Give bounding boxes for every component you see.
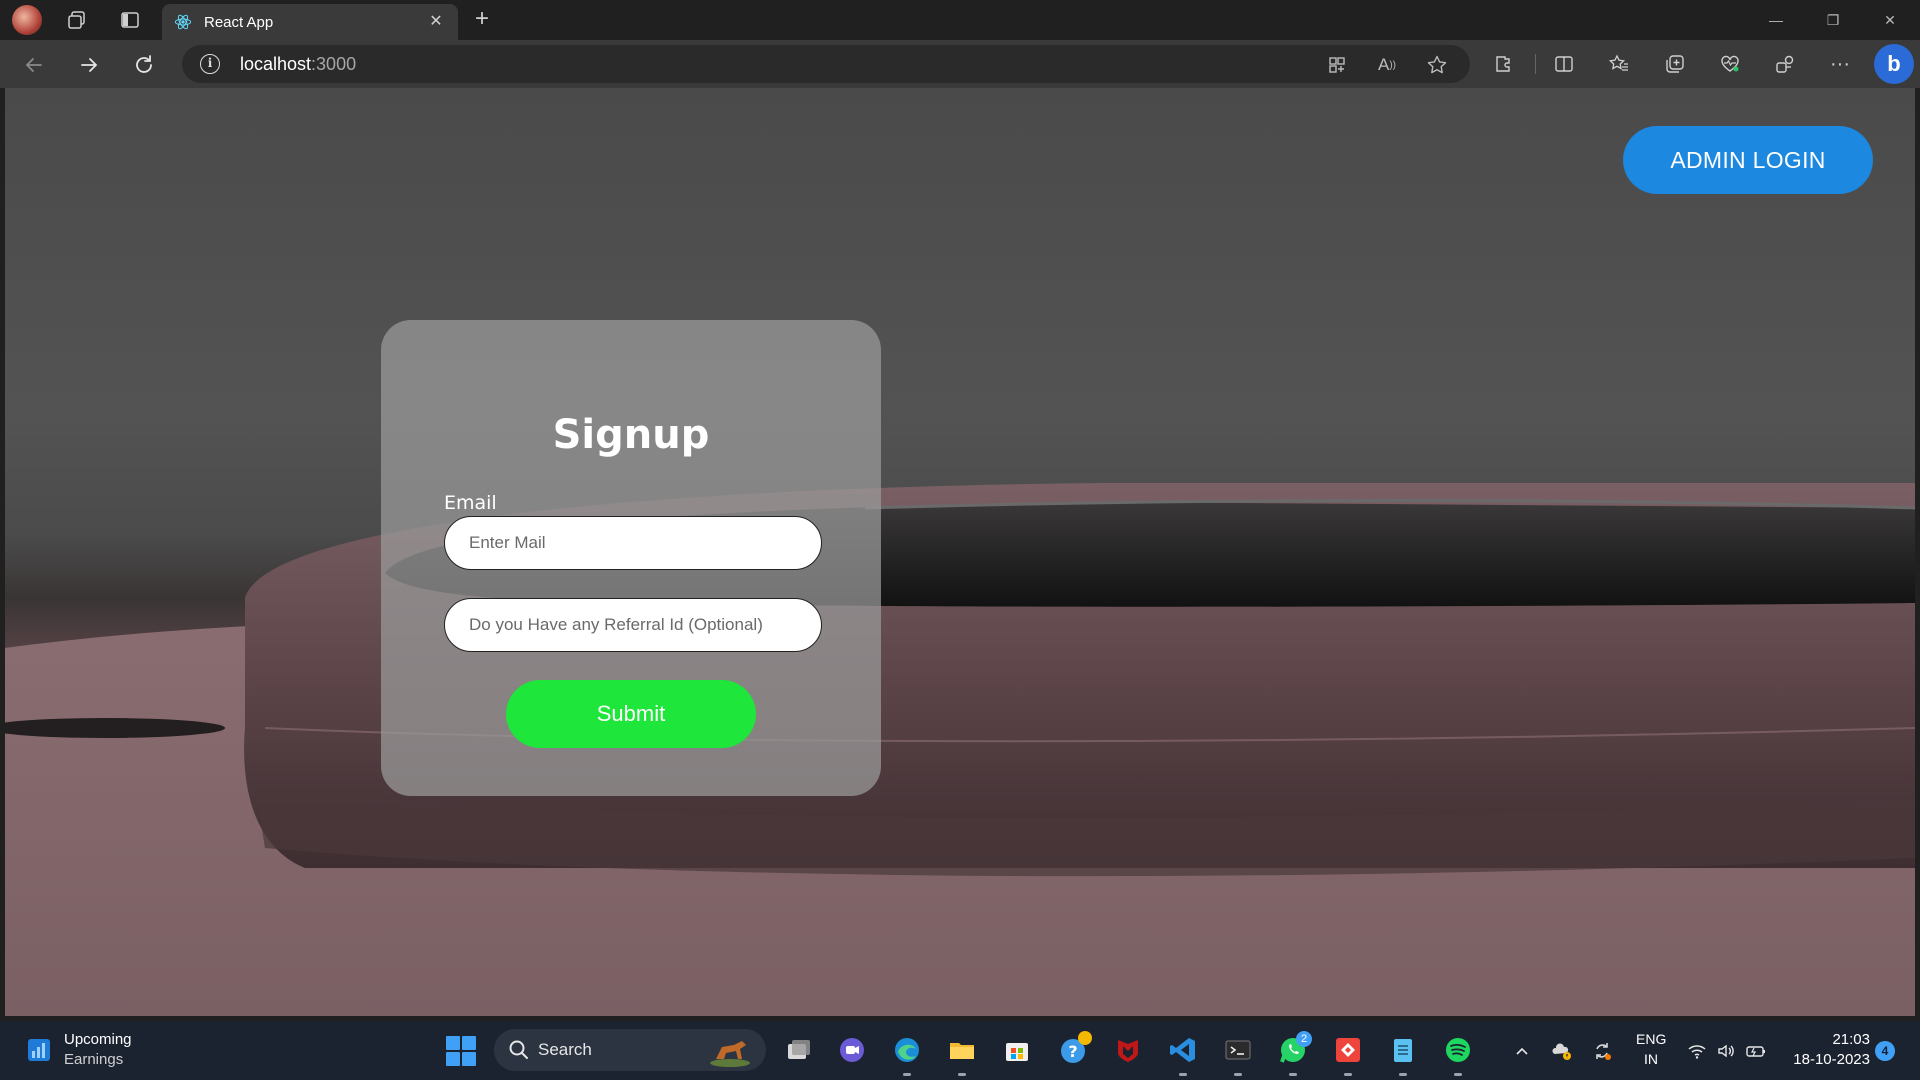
terminal-icon[interactable] bbox=[1222, 1034, 1254, 1066]
running-indicator bbox=[1179, 1073, 1187, 1076]
whatsapp-badge: 2 bbox=[1296, 1031, 1312, 1047]
language-secondary[interactable]: IN bbox=[1636, 1051, 1666, 1067]
widget-subtitle: Earnings bbox=[64, 1051, 124, 1068]
more-icon[interactable]: ··· bbox=[1825, 49, 1855, 79]
workspaces-icon[interactable] bbox=[63, 6, 91, 34]
browser-tab[interactable]: React App ✕ bbox=[162, 4, 458, 40]
clock-date[interactable]: 18-10-2023 bbox=[1780, 1051, 1870, 1068]
tab-actions-icon[interactable] bbox=[116, 6, 144, 34]
background-render-image bbox=[5, 483, 1915, 1016]
notification-badge[interactable]: 4 bbox=[1875, 1041, 1895, 1061]
refresh-icon[interactable] bbox=[127, 48, 161, 82]
share-icon[interactable] bbox=[1770, 49, 1800, 79]
stock-chart-icon bbox=[28, 1039, 50, 1061]
clock-time[interactable]: 21:03 bbox=[1780, 1031, 1870, 1048]
page-viewport: ADMIN LOGIN Signup Email Submit bbox=[5, 88, 1915, 1016]
read-aloud-icon[interactable]: A)) bbox=[1374, 52, 1400, 78]
start-icon[interactable] bbox=[446, 1036, 476, 1066]
app-available-icon[interactable] bbox=[1324, 52, 1350, 78]
battery-icon[interactable] bbox=[1744, 1039, 1768, 1063]
forward-icon[interactable] bbox=[72, 48, 106, 82]
collections-icon[interactable] bbox=[1660, 49, 1690, 79]
notepad-icon[interactable] bbox=[1387, 1034, 1419, 1066]
split-screen-icon[interactable] bbox=[1549, 49, 1579, 79]
browser-essentials-icon[interactable] bbox=[1715, 49, 1745, 79]
running-indicator bbox=[1344, 1073, 1352, 1076]
address-bar[interactable]: i localhost:3000 A)) bbox=[182, 45, 1470, 83]
minimize-icon[interactable]: — bbox=[1756, 6, 1796, 34]
tab-title: React App bbox=[204, 14, 274, 31]
close-icon[interactable]: ✕ bbox=[424, 10, 448, 34]
submit-button[interactable]: Submit bbox=[506, 680, 756, 748]
signup-card: Signup Email Submit bbox=[381, 320, 881, 796]
running-indicator bbox=[1454, 1073, 1462, 1076]
running-indicator bbox=[1234, 1073, 1242, 1076]
url-text[interactable]: localhost:3000 bbox=[240, 54, 356, 75]
spotify-icon[interactable] bbox=[1442, 1034, 1474, 1066]
search-icon bbox=[509, 1040, 528, 1059]
bing-copilot-icon[interactable]: b bbox=[1874, 44, 1914, 84]
plus-icon[interactable]: + bbox=[468, 6, 496, 34]
close-window-icon[interactable]: ✕ bbox=[1870, 6, 1910, 34]
favorite-star-icon[interactable] bbox=[1424, 52, 1450, 78]
anydesk-icon[interactable] bbox=[1332, 1034, 1364, 1066]
restore-icon[interactable]: ❐ bbox=[1813, 6, 1853, 34]
show-hidden-icons-icon[interactable] bbox=[1510, 1039, 1534, 1063]
browser-toolbar: i localhost:3000 A)) ··· b bbox=[0, 40, 1920, 88]
volume-icon[interactable] bbox=[1714, 1039, 1738, 1063]
vscode-icon[interactable] bbox=[1167, 1034, 1199, 1066]
taskbar: Upcoming Earnings Search ? 2 ENG IN 21:0… bbox=[0, 1021, 1920, 1080]
taskbar-search[interactable]: Search bbox=[494, 1029, 766, 1071]
file-explorer-icon[interactable] bbox=[946, 1034, 978, 1066]
running-indicator bbox=[1399, 1073, 1407, 1076]
search-label: Search bbox=[538, 1040, 592, 1059]
edge-icon[interactable] bbox=[891, 1034, 923, 1066]
signup-title: Signup bbox=[552, 412, 710, 458]
running-indicator bbox=[903, 1073, 911, 1076]
teams-chat-icon[interactable] bbox=[836, 1034, 868, 1066]
admin-login-button[interactable]: ADMIN LOGIN bbox=[1623, 126, 1873, 194]
ms-store-icon[interactable] bbox=[1001, 1034, 1033, 1066]
referral-id-input[interactable] bbox=[444, 598, 822, 652]
mcafee-icon[interactable] bbox=[1112, 1034, 1144, 1066]
task-view-icon[interactable] bbox=[782, 1034, 814, 1066]
language-primary[interactable]: ENG bbox=[1636, 1031, 1666, 1047]
running-indicator bbox=[1289, 1073, 1297, 1076]
site-info-icon[interactable]: i bbox=[200, 54, 220, 74]
extensions-icon[interactable] bbox=[1489, 49, 1519, 79]
svg-text:?: ? bbox=[1068, 1042, 1077, 1061]
react-favicon bbox=[174, 14, 192, 30]
onedrive-warning-icon[interactable] bbox=[1550, 1039, 1574, 1063]
wifi-icon[interactable] bbox=[1685, 1039, 1709, 1063]
toolbar-divider bbox=[1535, 54, 1536, 74]
browser-title-bar: React App ✕ + — ❐ ✕ bbox=[0, 0, 1920, 40]
profile-avatar[interactable] bbox=[12, 5, 42, 35]
favorites-icon[interactable] bbox=[1604, 49, 1634, 79]
search-highlight-image bbox=[710, 1041, 750, 1067]
running-indicator bbox=[958, 1073, 966, 1076]
sync-icon[interactable] bbox=[1590, 1039, 1614, 1063]
help-badge bbox=[1078, 1031, 1092, 1045]
email-input[interactable] bbox=[444, 516, 822, 570]
widget-title: Upcoming bbox=[64, 1031, 132, 1048]
email-label: Email bbox=[444, 492, 497, 514]
back-icon[interactable] bbox=[17, 48, 51, 82]
